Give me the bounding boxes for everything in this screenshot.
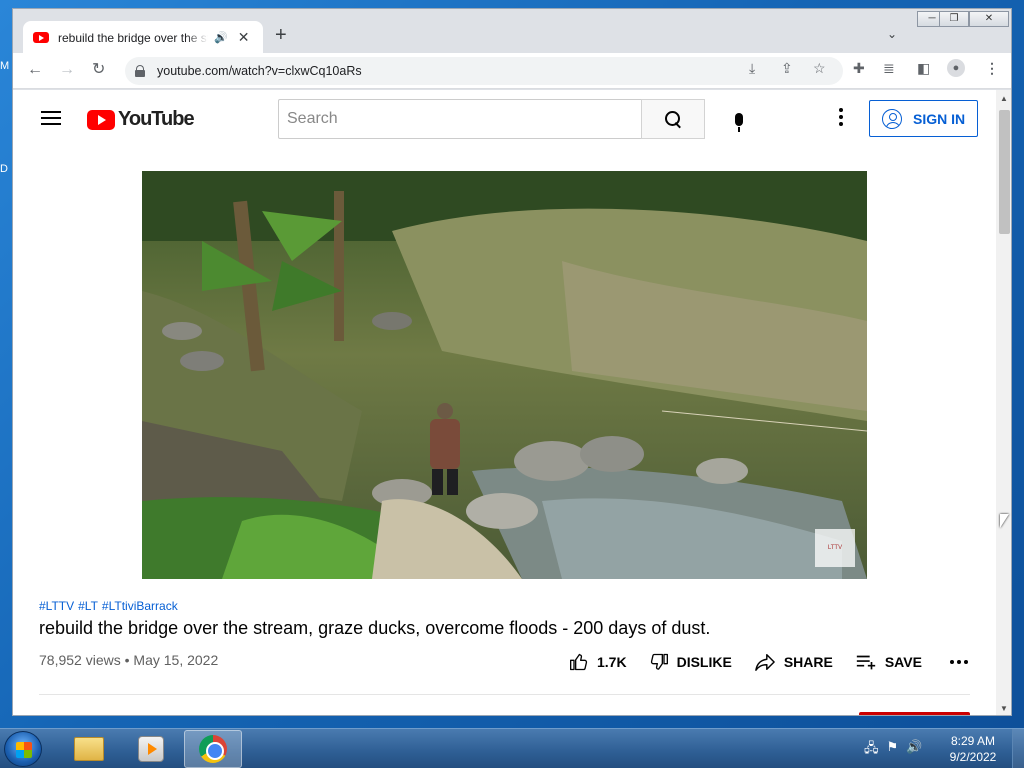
youtube-favicon-icon (33, 32, 49, 43)
clock[interactable]: 8:29 AM 9/2/2022 (938, 733, 1008, 765)
like-count: 1.7K (597, 654, 627, 670)
view-count: 78,952 views (39, 652, 121, 668)
show-desktop-button[interactable] (1012, 729, 1024, 768)
playlist-add-icon (856, 655, 875, 670)
profile-avatar-icon[interactable]: ● (947, 59, 965, 77)
dislike-button[interactable]: DISLIKE (649, 652, 732, 672)
divider (39, 694, 970, 695)
forward-arrow-icon[interactable]: → (59, 61, 75, 79)
more-actions-icon[interactable] (949, 660, 968, 664)
youtube-page: YouTube SIGN IN (13, 90, 996, 715)
network-icon[interactable]: 🖧 (864, 739, 879, 761)
folder-icon (74, 737, 104, 761)
scrollbar-thumb[interactable] (999, 110, 1010, 234)
maximize-button[interactable]: ❐ (939, 11, 969, 27)
start-button[interactable] (4, 731, 42, 767)
back-arrow-icon[interactable]: ← (27, 61, 43, 79)
youtube-header: YouTube SIGN IN (13, 90, 996, 148)
video-frame-scene (142, 171, 867, 579)
account-circle-icon (882, 108, 902, 129)
speaker-icon[interactable]: 🔊 (214, 31, 228, 44)
new-tab-button[interactable]: + (275, 25, 287, 45)
media-player-icon (138, 736, 164, 762)
side-panel-icon[interactable]: ◧ (917, 60, 930, 77)
close-tab-icon[interactable]: ✕ (238, 29, 250, 46)
search-button[interactable] (641, 99, 705, 139)
close-window-button[interactable]: ✕ (969, 11, 1009, 27)
tab-youtube[interactable]: rebuild the bridge over the stream, graz… (23, 21, 263, 54)
hashtag-link[interactable]: #LTTV (39, 599, 74, 613)
search-icon (665, 111, 681, 127)
share-arrow-icon (754, 654, 775, 671)
share-label: SHARE (783, 654, 833, 670)
search-input[interactable] (278, 99, 642, 139)
lock-icon[interactable] (135, 65, 145, 77)
install-app-icon[interactable]: ⤓ (749, 60, 755, 77)
desktop-icon-label: D (0, 163, 8, 175)
taskbar-media-player[interactable] (122, 730, 180, 768)
mouse-cursor-icon (1000, 514, 1009, 528)
like-button[interactable]: 1.7K (569, 652, 627, 672)
subscribe-button-peek[interactable] (859, 712, 970, 715)
scroll-up-arrow-icon[interactable]: ▲ (1000, 94, 1008, 103)
media-queue-icon[interactable]: ≣ (883, 60, 895, 77)
taskbar: 🖧 ⚑ 🔊 8:29 AM 9/2/2022 (0, 728, 1024, 768)
taskbar-explorer[interactable] (60, 730, 118, 768)
publish-date: May 15, 2022 (133, 652, 219, 668)
dislike-label: DISLIKE (676, 654, 732, 670)
video-actions: 1.7K DISLIKE SHARE SAVE (569, 650, 968, 674)
youtube-logo[interactable]: YouTube (87, 108, 195, 131)
share-page-icon[interactable]: ⇪ (781, 60, 793, 77)
desktop-icon-label: M (0, 60, 10, 72)
channel-watermark[interactable]: LTTV (815, 529, 855, 567)
share-button[interactable]: SHARE (754, 652, 833, 672)
settings-more-icon[interactable] (839, 108, 843, 126)
menu-hamburger-icon[interactable] (41, 111, 61, 125)
taskbar-chrome[interactable] (184, 730, 242, 768)
chrome-menu-icon[interactable]: ⋮ (985, 60, 999, 77)
clock-time: 8:29 AM (950, 734, 996, 748)
voice-search-button[interactable] (719, 99, 759, 139)
tab-strip: rebuild the bridge over the stream, graz… (13, 9, 1011, 54)
sign-in-button[interactable]: SIGN IN (869, 100, 978, 137)
bookmark-star-icon[interactable]: ☆ (813, 60, 826, 77)
save-button[interactable]: SAVE (855, 652, 922, 672)
thumbs-down-icon (650, 653, 668, 670)
volume-icon[interactable]: 🔊 (906, 739, 922, 761)
browser-toolbar: ← → ↻ youtube.com/watch?v=clxwCq10aRs ⤓ … (13, 53, 1011, 89)
meta-separator: • (124, 652, 130, 668)
tab-title: rebuild the bridge over the stream, graz… (58, 30, 208, 45)
hashtag-link[interactable]: #LT (78, 599, 98, 613)
clock-date: 9/2/2022 (949, 750, 997, 764)
video-player[interactable]: LTTV (142, 171, 867, 579)
sign-in-label: SIGN IN (913, 110, 966, 127)
reload-icon[interactable]: ↻ (92, 61, 105, 79)
youtube-wordmark: YouTube (118, 108, 195, 130)
thumbs-up-icon (570, 653, 588, 671)
system-tray: 🖧 ⚑ 🔊 (864, 739, 922, 761)
save-label: SAVE (884, 654, 922, 670)
page-scrollbar[interactable]: ▲ ▼ (996, 90, 1011, 715)
address-bar[interactable]: youtube.com/watch?v=clxwCq10aRs (125, 57, 843, 85)
hashtag-link[interactable]: #LTtiviBarrack (102, 599, 178, 613)
chrome-icon (199, 735, 227, 763)
youtube-play-logo-icon (87, 109, 115, 130)
chrome-window: rebuild the bridge over the stream, graz… (12, 8, 1012, 716)
tab-search-chevron-icon[interactable]: ⌄ (887, 27, 897, 41)
video-meta: 78,952 views • May 15, 2022 (39, 652, 218, 668)
action-center-flag-icon[interactable]: ⚑ (887, 739, 899, 761)
url-text[interactable]: youtube.com/watch?v=clxwCq10aRs (157, 64, 362, 78)
scroll-down-arrow-icon[interactable]: ▼ (1000, 704, 1008, 713)
video-title: rebuild the bridge over the stream, graz… (39, 618, 711, 638)
extensions-puzzle-icon[interactable]: ✚ (853, 60, 865, 77)
hashtags: #LTTV #LT #LTtiviBarrack (39, 599, 178, 613)
microphone-icon (735, 112, 743, 132)
